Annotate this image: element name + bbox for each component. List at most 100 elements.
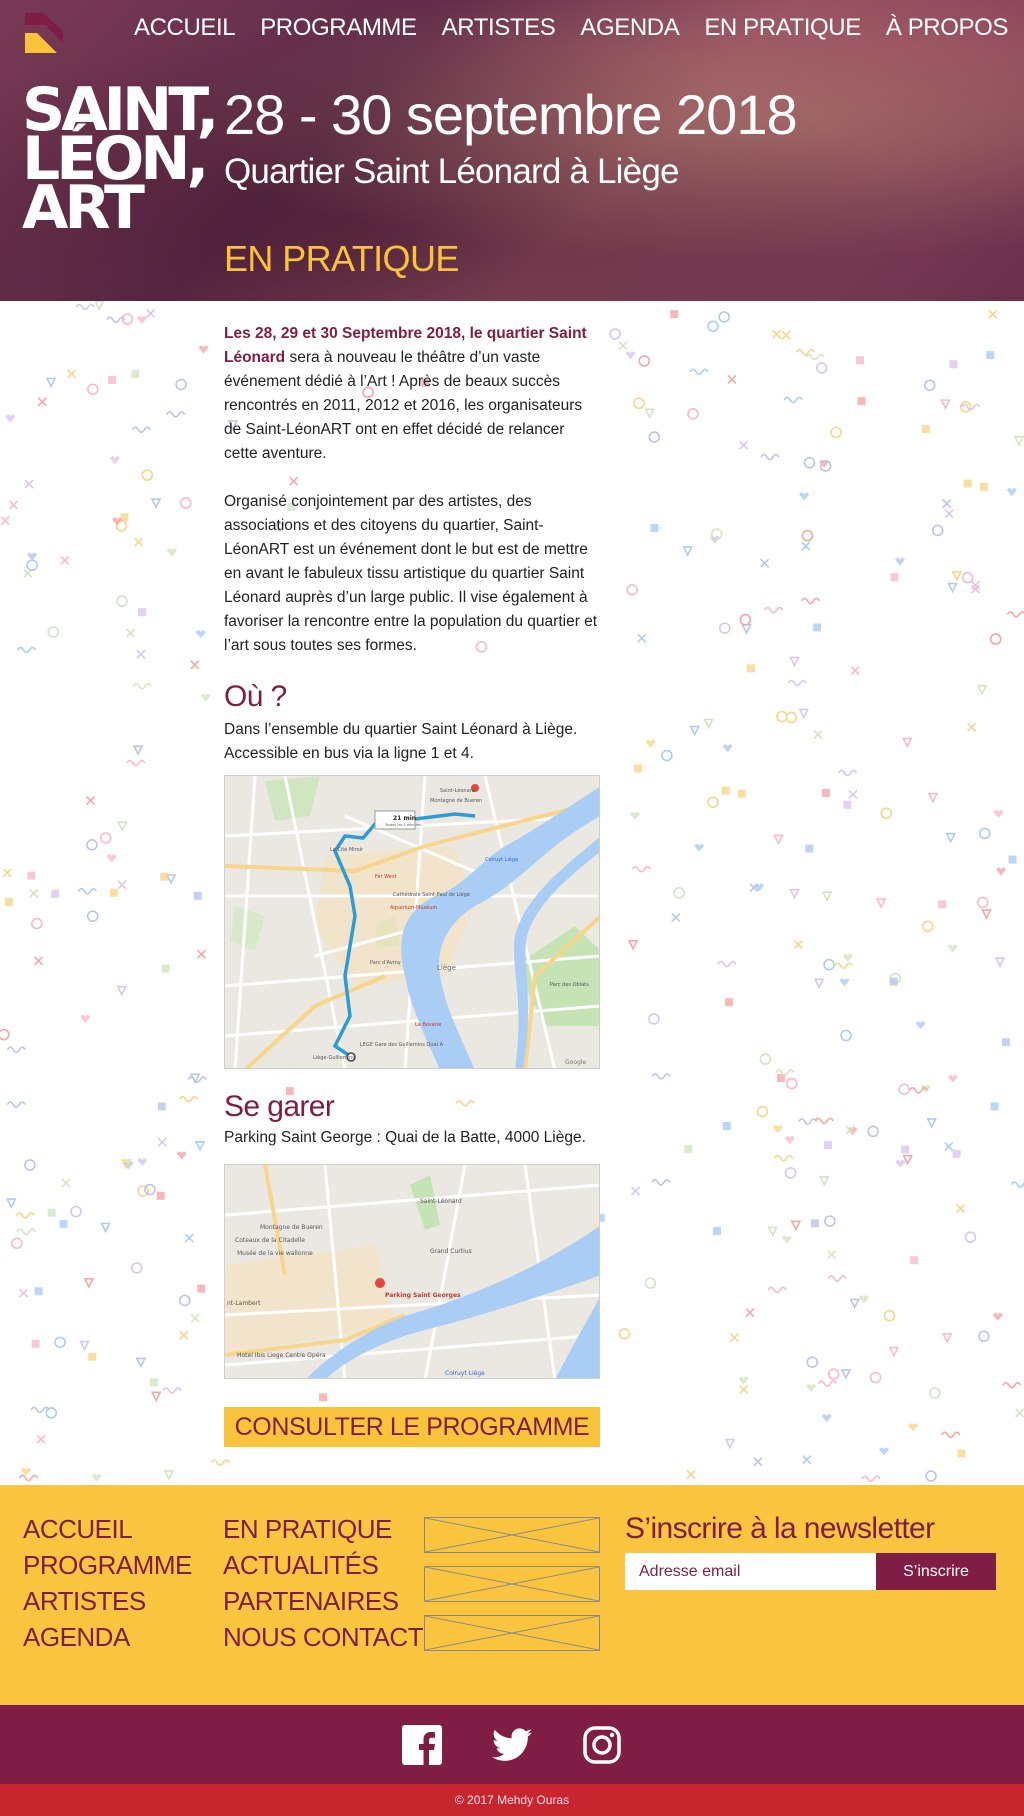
confetti-shape [964, 1231, 977, 1244]
confetti-shape [802, 1455, 812, 1465]
confetti-shape [821, 1414, 832, 1423]
confetti-shape [9, 500, 19, 510]
confetti-shape [746, 664, 755, 673]
newsletter-title: S’inscrire à la newsletter [625, 1512, 935, 1545]
site-logo[interactable]: SAINT, LÉON, ART [22, 80, 219, 238]
confetti-shape [839, 978, 850, 987]
logo-mark-icon[interactable] [23, 11, 67, 55]
confetti-shape [5, 414, 16, 423]
confetti-shape [109, 456, 120, 465]
confetti-shape [875, 898, 887, 909]
map2-label-p9: Colruyt Liège [445, 1370, 485, 1377]
confetti-shape [687, 408, 699, 420]
map1-label-poi1: Montagne de Bueren [430, 798, 482, 804]
nav-agenda[interactable]: AGENDA [580, 14, 679, 42]
confetti-shape [810, 1219, 819, 1228]
confetti-shape [0, 516, 10, 526]
confetti-shape [795, 349, 816, 356]
nav-a-propos[interactable]: À PROPOS [886, 14, 1009, 42]
twitter-icon[interactable] [492, 1725, 532, 1765]
confetti-shape [813, 729, 823, 740]
footer-link-actualites[interactable]: ACTUALITÉS [223, 1547, 458, 1583]
confetti-shape [774, 1154, 794, 1162]
confetti-shape [952, 1149, 961, 1158]
confetti-shape [947, 944, 958, 953]
footer-link-contact[interactable]: NOUS CONTACTER [223, 1619, 459, 1655]
confetti-shape [117, 880, 127, 890]
confetti-shape [722, 1122, 731, 1131]
confetti-shape [898, 1083, 910, 1096]
confetti-shape [190, 1313, 200, 1323]
confetti-shape [944, 509, 954, 519]
footer-link-en-pratique[interactable]: EN PRATIQUE [223, 1511, 458, 1547]
nav-artistes[interactable]: ARTISTES [442, 14, 556, 42]
confetti-shape [878, 1447, 889, 1456]
confetti-shape [117, 821, 128, 832]
parking-map[interactable]: Saint-Léonard Montagne de Bueren Coteaux… [224, 1164, 600, 1379]
intro-paragraph-1: Les 28, 29 et 30 Septembre 2018, le quar… [224, 322, 600, 466]
confetti-shape [821, 788, 830, 797]
confetti-shape [682, 546, 693, 557]
confetti-shape [801, 541, 811, 551]
footer-link-programme[interactable]: PROGRAMME [23, 1547, 192, 1583]
newsletter-email-input[interactable] [625, 1553, 876, 1590]
footer-link-partenaires[interactable]: PARTENAIRES [223, 1583, 458, 1619]
confetti-shape [80, 1014, 91, 1023]
confetti-shape [799, 492, 810, 501]
confetti-shape [37, 397, 47, 407]
confetti-shape [31, 1339, 40, 1348]
consult-program-button[interactable]: CONSULTER LE PROGRAMME [224, 1407, 600, 1447]
confetti-shape [805, 353, 825, 361]
confetti-shape [686, 1469, 696, 1480]
instagram-icon[interactable] [582, 1725, 622, 1765]
intro-paragraph-2: Organisé conjointement par des artistes,… [224, 493, 598, 654]
nav-accueil[interactable]: ACCUEIL [134, 14, 236, 42]
confetti-shape [160, 872, 169, 881]
confetti-shape [47, 1208, 56, 1217]
confetti-shape [867, 1125, 879, 1138]
confetti-shape [837, 769, 858, 777]
where-text: Dans l’ensemble du quartier Saint Léonar… [224, 718, 600, 766]
map1-label-poi8: Liège [437, 964, 456, 972]
confetti-shape [26, 559, 38, 572]
nav-en-pratique[interactable]: EN PRATIQUE [704, 14, 861, 42]
route-map[interactable]: 21 min Toutes les 5 minutes Saint-Léonar… [224, 775, 600, 1069]
confetti-shape [47, 626, 60, 638]
facebook-icon[interactable] [402, 1724, 442, 1765]
confetti-shape [67, 369, 77, 379]
confetti-shape [31, 917, 43, 930]
confetti-shape [798, 708, 810, 720]
confetti-shape [176, 1151, 187, 1160]
confetti-shape [772, 329, 782, 339]
confetti-shape [784, 1167, 797, 1179]
map1-google: Google [565, 1059, 586, 1066]
confetti-shape [16, 1228, 36, 1236]
confetti-shape [781, 330, 791, 340]
confetti-shape [767, 1286, 787, 1294]
confetti-shape [955, 1204, 966, 1214]
newsletter-subscribe-button[interactable]: S’inscrire [876, 1553, 996, 1590]
map1-label-poi10: LEGE Gare des Guillemins Quai A [360, 1042, 444, 1048]
event-place: Quartier Saint Léonard à Liège [224, 152, 679, 191]
confetti-shape [944, 1141, 954, 1152]
nav-programme[interactable]: PROGRAMME [260, 14, 417, 42]
confetti-shape [707, 796, 719, 808]
confetti-shape [629, 811, 640, 820]
footer-link-agenda[interactable]: AGENDA [23, 1619, 192, 1655]
confetti-shape [10, 1237, 23, 1250]
confetti-shape [703, 718, 714, 730]
confetti-shape [157, 1137, 167, 1147]
confetti-shape [803, 456, 816, 469]
footer-link-artistes[interactable]: ARTISTES [23, 1583, 192, 1619]
map1-label-end: Liège-Guillemins [313, 1054, 355, 1061]
confetti-shape [137, 1185, 149, 1197]
confetti-shape [670, 310, 679, 319]
confetti-shape [161, 964, 170, 973]
footer-link-accueil[interactable]: ACCUEIL [23, 1511, 192, 1547]
confetti-shape [1010, 1181, 1024, 1188]
confetti-shape [855, 356, 864, 365]
confetti-shape [978, 827, 991, 840]
confetti-shape [1013, 435, 1024, 447]
confetti-shape [94, 301, 105, 311]
map1-frequency: Toutes les 5 minutes [384, 823, 421, 827]
